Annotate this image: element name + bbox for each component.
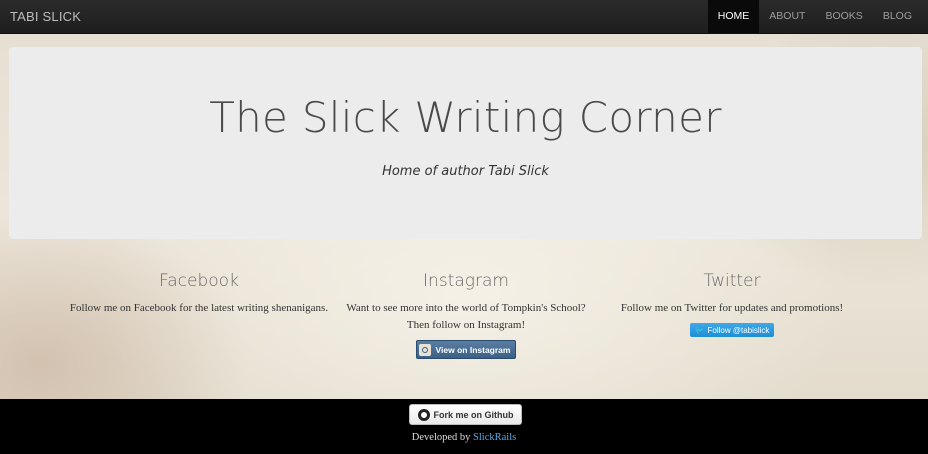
- top-navbar: TABI SLICK HOME ABOUT BOOKS BLOG: [0, 0, 928, 34]
- twitter-bird-icon: 🐦: [694, 325, 705, 335]
- developer-link[interactable]: SlickRails: [473, 432, 516, 443]
- twitter-button-label: Follow @tabislick: [707, 325, 770, 335]
- twitter-heading: Twitter: [703, 271, 761, 291]
- page-footer: Fork me on Github Developed by SlickRail…: [0, 399, 928, 454]
- nav-menu: HOME ABOUT BOOKS BLOG: [707, 0, 922, 33]
- twitter-column: Twitter Follow me on Twitter for updates…: [601, 271, 863, 338]
- github-icon: [417, 408, 430, 421]
- page-title: The Slick Writing Corner: [209, 93, 722, 142]
- instagram-text: Want to see more into the world of Tompk…: [346, 302, 586, 331]
- instagram-column: Instagram Want to see more into the worl…: [335, 271, 597, 361]
- instagram-icon: [418, 343, 431, 356]
- twitter-follow-button[interactable]: 🐦 Follow @tabislick: [689, 323, 775, 337]
- nav-item-about[interactable]: ABOUT: [759, 0, 815, 33]
- page-subtitle: Home of author Tabi Slick: [382, 164, 549, 179]
- twitter-text: Follow me on Twitter for updates and pro…: [620, 302, 844, 314]
- instagram-button-label: View on Instagram: [435, 344, 511, 355]
- hero-jumbotron: The Slick Writing Corner Home of author …: [9, 47, 922, 239]
- nav-item-blog[interactable]: BLOG: [873, 0, 922, 33]
- facebook-column: Facebook Follow me on Facebook for the l…: [68, 271, 330, 317]
- github-button-label: Fork me on Github: [433, 409, 514, 420]
- facebook-text: Follow me on Facebook for the latest wri…: [69, 302, 329, 314]
- view-on-instagram-button[interactable]: View on Instagram: [415, 340, 517, 359]
- developed-by-text: Developed by: [411, 432, 471, 443]
- nav-item-books[interactable]: BOOKS: [815, 0, 872, 33]
- instagram-heading: Instagram: [423, 271, 509, 291]
- facebook-heading: Facebook: [159, 271, 239, 291]
- nav-item-home[interactable]: HOME: [707, 0, 760, 33]
- developer-credit: Developed by SlickRails: [0, 432, 928, 443]
- fork-on-github-button[interactable]: Fork me on Github: [409, 404, 522, 425]
- brand-link[interactable]: TABI SLICK: [10, 9, 81, 24]
